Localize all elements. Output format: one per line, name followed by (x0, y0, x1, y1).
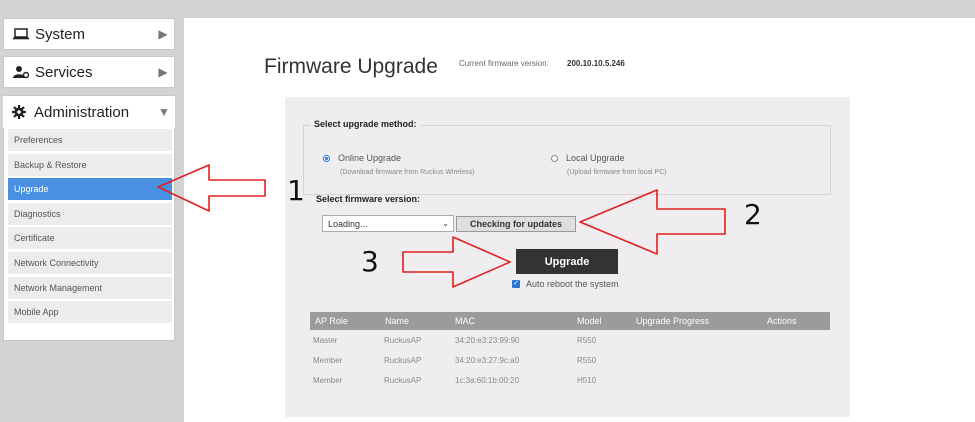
annotation-arrow-3 (402, 236, 511, 288)
annotation-layer (157, 164, 726, 288)
annotation-step-1: 1 (287, 174, 305, 207)
annotation-step-3: 3 (361, 245, 379, 278)
annotation-arrow-1 (157, 164, 266, 212)
annotation-step-2: 2 (744, 198, 762, 231)
annotation-arrow-2 (579, 189, 726, 255)
